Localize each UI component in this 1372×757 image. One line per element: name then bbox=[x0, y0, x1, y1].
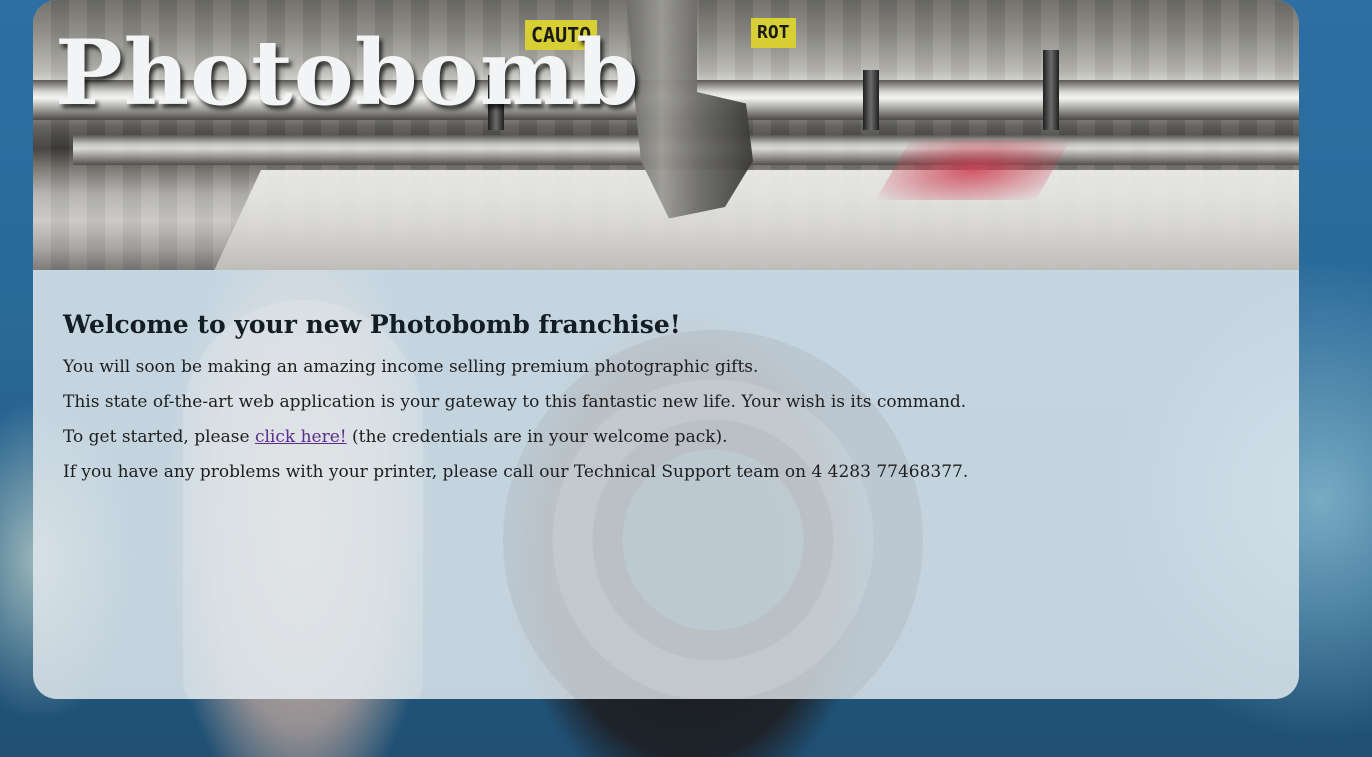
getting-started-paragraph: To get started, please click here! (the … bbox=[63, 426, 1269, 448]
intro-paragraph: You will soon be making an amazing incom… bbox=[63, 357, 759, 377]
roller-ring-decoration bbox=[1043, 50, 1059, 130]
rot-sticker: ROT bbox=[751, 18, 796, 48]
site-title: Photobomb bbox=[55, 20, 640, 126]
welcome-section: Welcome to your new Photobomb franchise!… bbox=[33, 270, 1299, 483]
page-background: { "site": { "title": "Photobomb" }, "ban… bbox=[0, 0, 1372, 757]
roller-ring-decoration bbox=[863, 70, 879, 130]
welcome-heading: Welcome to your new Photobomb franchise! bbox=[63, 310, 681, 339]
click-here-link[interactable]: click here! bbox=[255, 427, 347, 447]
header-banner: CAUTO ROT Photobomb bbox=[33, 0, 1299, 270]
getting-started-prefix: To get started, please bbox=[63, 427, 255, 447]
newspaper-sheet-image bbox=[205, 170, 1299, 270]
getting-started-suffix: (the credentials are in your welcome pac… bbox=[346, 427, 728, 447]
main-card: CAUTO ROT Photobomb Welcome to your new … bbox=[33, 0, 1299, 699]
support-paragraph: If you have any problems with your print… bbox=[63, 462, 969, 482]
description-paragraph: This state of-the-art web application is… bbox=[63, 392, 967, 412]
